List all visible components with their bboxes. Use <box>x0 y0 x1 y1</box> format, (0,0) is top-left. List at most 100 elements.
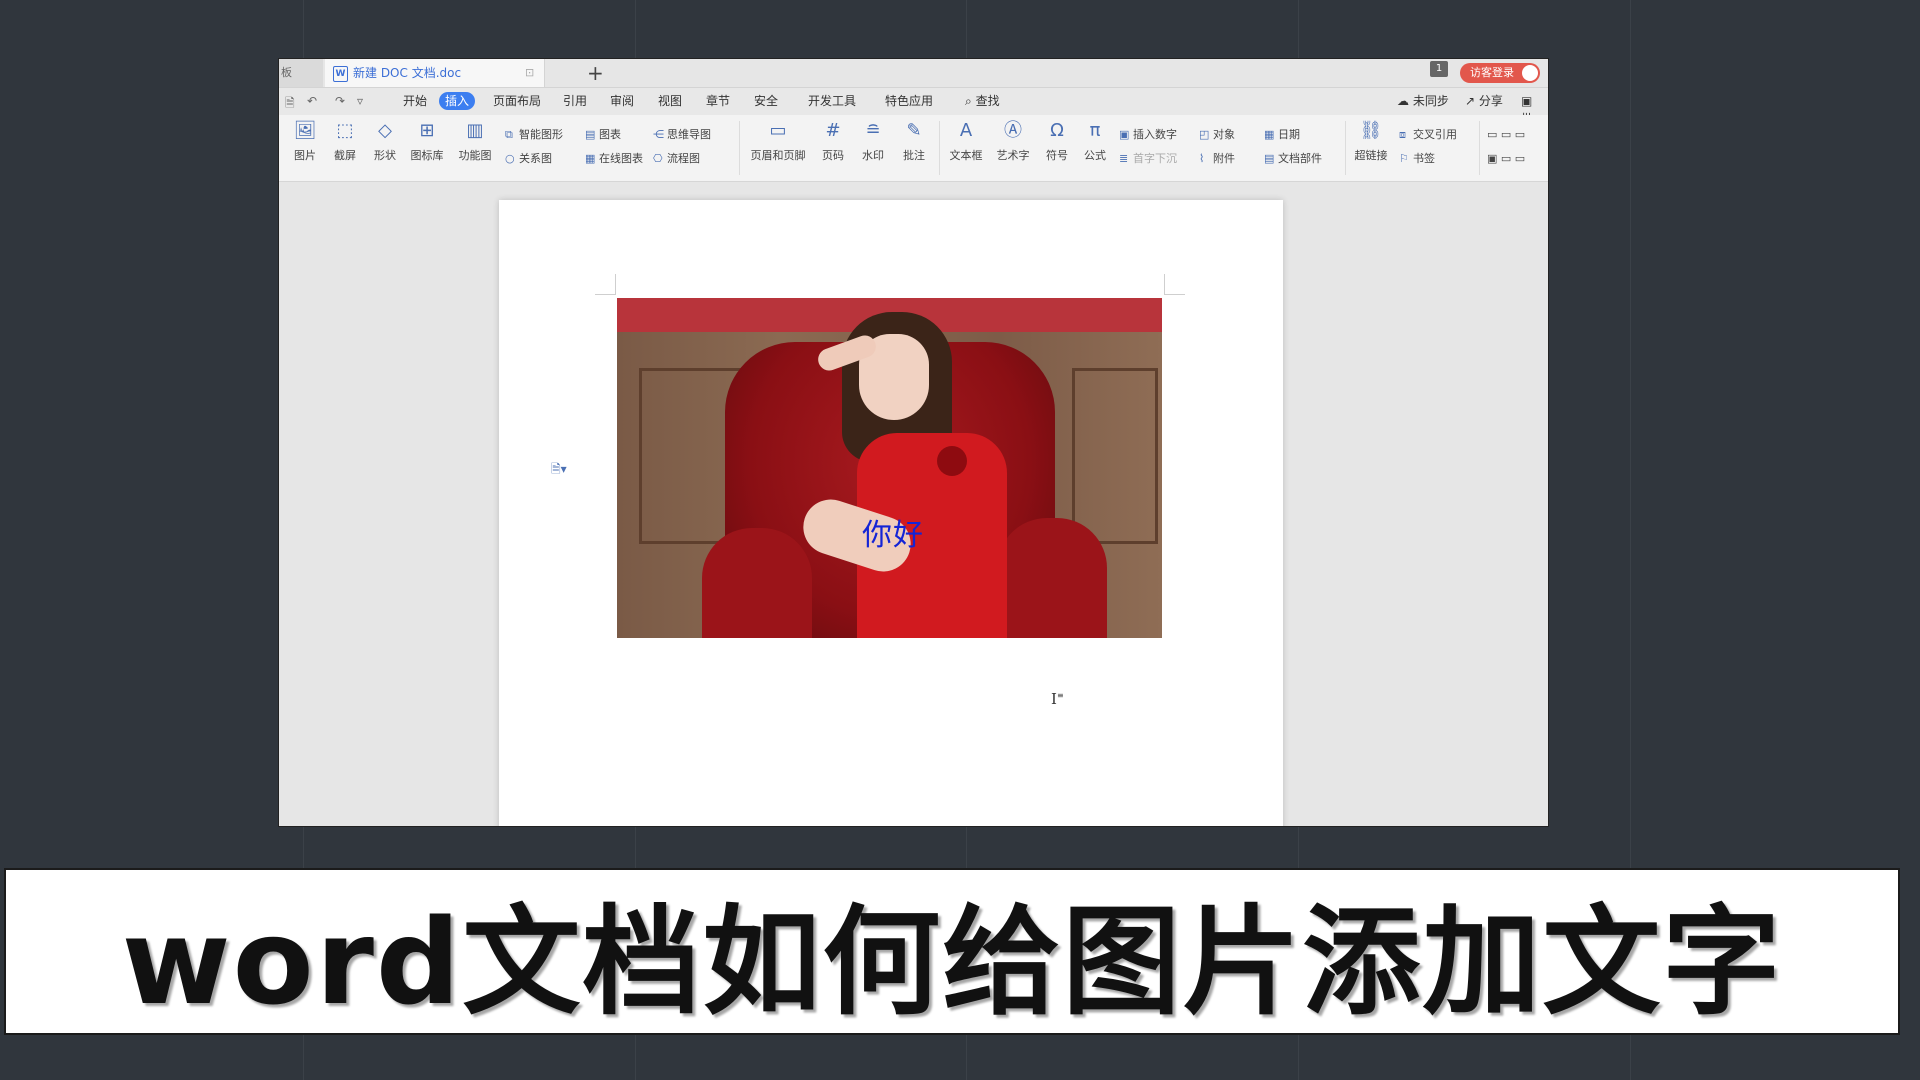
symbol-button[interactable]: Ω 符号 <box>1039 119 1075 163</box>
layout-icon: ▭ ▭ ▭ <box>1487 128 1526 141</box>
save-icon[interactable]: 🗎 <box>285 94 295 115</box>
ribbon-separator <box>739 121 740 175</box>
date-button[interactable]: ▦ 日期 <box>1264 127 1300 143</box>
menu-review[interactable]: 审阅 <box>604 92 640 110</box>
screenshot-icon: ⬚ <box>336 120 354 141</box>
cross-reference-button[interactable]: ⧈ 交叉引用 <box>1399 127 1457 143</box>
document-area[interactable]: 🗎▾ 你好 I≡ <box>279 182 1548 826</box>
flowchart-button[interactable]: ⎔ 流程图 <box>653 151 700 167</box>
pin-icon[interactable]: ⊡ <box>525 66 534 79</box>
tab-partial[interactable]: 板 <box>279 59 323 87</box>
search-icon: ⌕ <box>965 94 972 108</box>
page-number-button[interactable]: # 页码 <box>815 119 851 163</box>
find-label: 查找 <box>975 94 1000 108</box>
function-chart-button[interactable]: ▥ 功能图 <box>453 119 497 163</box>
hyperlink-button[interactable]: ⛓ 超链接 <box>1351 119 1391 163</box>
calendar-icon: ▦ <box>1264 128 1275 141</box>
ribbon-toolbar: 🖼 图片 ⬚ 截屏 ◇ 形状 ⊞ 图标库 ▥ 功能图 ⧉ 智能图形 ▤ 图表 ⋲ 思维导图 ○ 关… <box>279 115 1548 182</box>
document-page[interactable]: 🗎▾ 你好 I≡ <box>499 200 1283 826</box>
doc-parts-icon: ▤ <box>1264 152 1275 165</box>
menu-security[interactable]: 安全 <box>748 92 784 110</box>
menu-find[interactable]: ⌕ 查找 <box>959 92 1006 110</box>
relation-icon: ○ <box>505 152 515 165</box>
wordart-icon: Ⓐ <box>1004 120 1022 141</box>
login-label: 访客登录 <box>1470 66 1514 79</box>
margin-corner-mark <box>1164 274 1185 295</box>
insert-number-button[interactable]: ▣ 插入数字 <box>1119 127 1177 143</box>
image-text-overlay[interactable]: 你好 <box>862 510 924 554</box>
ribbon-separator <box>939 121 940 175</box>
icon-library-button[interactable]: ⊞ 图标库 <box>407 119 447 163</box>
doc-parts-button[interactable]: ▤ 文档部件 <box>1264 151 1322 167</box>
avatar-icon <box>1522 65 1538 81</box>
mind-map-icon: ⋲ <box>653 128 664 141</box>
ribbon-separator <box>1345 121 1346 175</box>
layout-icons-top[interactable]: ▭ ▭ ▭ <box>1487 127 1525 143</box>
mind-map-button[interactable]: ⋲ 思维导图 <box>653 127 711 143</box>
hyperlink-icon: ⛓ <box>1359 120 1383 141</box>
new-tab-button[interactable]: + <box>587 60 604 86</box>
image-icon: 🖼 <box>293 120 317 141</box>
picture-button[interactable]: 🖼 图片 <box>287 119 323 163</box>
flowchart-icon: ⎔ <box>653 152 663 165</box>
drop-cap-button[interactable]: ≣ 首字下沉 <box>1119 151 1177 167</box>
menu-insert[interactable]: 插入 <box>439 92 476 110</box>
cross-reference-icon: ⧈ <box>1399 128 1406 141</box>
menu-page-layout[interactable]: 页面布局 <box>487 92 547 110</box>
formula-button[interactable]: π 公式 <box>1077 119 1113 163</box>
chart-button[interactable]: ▤ 图表 <box>585 127 621 143</box>
menu-start[interactable]: 开始 <box>397 92 433 110</box>
online-chart-icon: ▦ <box>585 152 596 165</box>
watermark-button[interactable]: ≘ 水印 <box>855 119 891 163</box>
redo-icon[interactable]: ↷ <box>335 94 345 108</box>
tab-document[interactable]: W 新建 DOC 文档.doc ⊡ <box>325 59 545 87</box>
shape-button[interactable]: ◇ 形状 <box>367 119 403 163</box>
smart-art-icon: ⧉ <box>505 128 513 141</box>
subtitle-banner: word文档如何给图片添加文字 <box>4 868 1900 1035</box>
shape-icon: ◇ <box>378 120 392 141</box>
symbol-icon: Ω <box>1050 120 1064 141</box>
doc-file-icon: W <box>333 66 348 82</box>
comment-button[interactable]: ✎ 批注 <box>897 119 931 163</box>
margin-corner-mark <box>595 274 616 295</box>
menu-dev-tools[interactable]: 开发工具 <box>802 92 862 110</box>
comment-menu[interactable]: ▣ 批 <box>1515 92 1548 126</box>
relation-chart-button[interactable]: ○ 关系图 <box>505 151 552 167</box>
sync-status[interactable]: ☁ 未同步 <box>1391 92 1455 110</box>
paragraph-handle-icon[interactable]: 🗎▾ <box>551 460 567 481</box>
menu-view[interactable]: 视图 <box>652 92 688 110</box>
page-count-badge[interactable]: 1 <box>1430 61 1448 77</box>
sync-label: 未同步 <box>1412 94 1449 108</box>
number-icon: ▣ <box>1119 128 1130 141</box>
layout-icons-bottom[interactable]: ▣ ▭ ▭ <box>1487 151 1525 167</box>
customize-icon[interactable]: ▿ <box>357 94 363 108</box>
icon-library-icon: ⊞ <box>419 120 435 141</box>
smart-art-button[interactable]: ⧉ 智能图形 <box>505 127 563 143</box>
inserted-image[interactable]: 你好 <box>617 298 1162 638</box>
textbox-button[interactable]: A 文本框 <box>945 119 987 163</box>
formula-icon: π <box>1089 120 1101 141</box>
doc-tab-title: 新建 DOC 文档.doc <box>353 66 462 80</box>
ribbon-separator <box>1479 121 1480 175</box>
menu-references[interactable]: 引用 <box>557 92 593 110</box>
function-chart-icon: ▥ <box>466 120 484 141</box>
paperclip-icon: ⌇ <box>1199 152 1205 165</box>
wps-writer-window: 板 W 新建 DOC 文档.doc ⊡ + 1 访客登录 🗎 ↶ ↷ ▿ 开始 … <box>278 58 1549 827</box>
menu-chapter[interactable]: 章节 <box>700 92 736 110</box>
login-button[interactable]: 访客登录 <box>1460 63 1540 83</box>
screenshot-button[interactable]: ⬚ 截屏 <box>327 119 363 163</box>
object-button[interactable]: ◰ 对象 <box>1199 127 1235 143</box>
subtitle-text: word文档如何给图片添加文字 <box>121 893 1783 1031</box>
online-chart-button[interactable]: ▦ 在线图表 <box>585 151 643 167</box>
undo-icon[interactable]: ↶ <box>307 94 317 108</box>
bookmark-button[interactable]: ⚐ 书签 <box>1399 151 1435 167</box>
attachment-button[interactable]: ⌇ 附件 <box>1199 151 1235 167</box>
header-footer-button[interactable]: ▭ 页眉和页脚 <box>747 119 809 163</box>
wordart-button[interactable]: Ⓐ 艺术字 <box>991 119 1035 163</box>
object-icon: ◰ <box>1199 128 1210 141</box>
menu-features[interactable]: 特色应用 <box>879 92 939 110</box>
share-button[interactable]: ↗ 分享 <box>1459 92 1509 110</box>
bookmark-icon: ⚐ <box>1399 152 1409 165</box>
comment-icon: ✎ <box>906 120 922 141</box>
watermark-icon: ≘ <box>865 120 881 141</box>
